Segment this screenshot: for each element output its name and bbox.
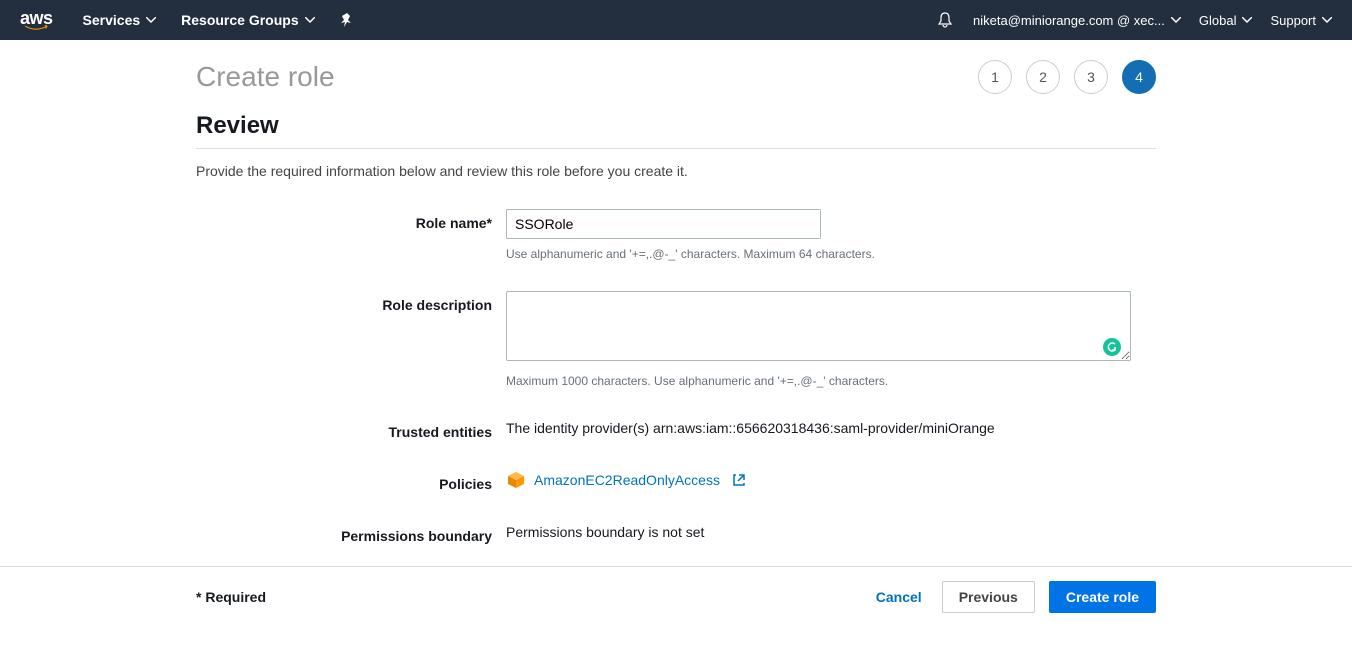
policy-cube-icon xyxy=(506,470,526,490)
section-title-review: Review xyxy=(196,112,1156,140)
cancel-button[interactable]: Cancel xyxy=(876,589,922,605)
trusted-entities-label: Trusted entities xyxy=(196,418,506,440)
role-name-hint: Use alphanumeric and '+=,.@-_' character… xyxy=(506,247,1156,261)
previous-button[interactable]: Previous xyxy=(942,581,1035,613)
policy-link[interactable]: AmazonEC2ReadOnlyAccess xyxy=(534,472,720,488)
role-description-label: Role description xyxy=(196,291,506,313)
chevron-down-icon xyxy=(1242,17,1252,23)
region-label: Global xyxy=(1199,13,1237,28)
divider xyxy=(196,148,1156,149)
external-link-icon[interactable] xyxy=(732,473,746,487)
account-menu[interactable]: niketa@miniorange.com @ xec... xyxy=(973,13,1181,28)
trusted-entities-value: The identity provider(s) arn:aws:iam::65… xyxy=(506,418,1156,436)
top-nav: aws Services Resource Groups niketa@mini… xyxy=(0,0,1352,40)
role-description-input[interactable] xyxy=(506,291,1131,361)
required-note: * Required xyxy=(196,589,266,605)
chevron-down-icon xyxy=(146,17,156,23)
bell-icon[interactable] xyxy=(937,12,953,28)
aws-swoosh-icon xyxy=(20,25,52,31)
account-label: niketa@miniorange.com @ xec... xyxy=(973,13,1165,28)
resource-groups-label: Resource Groups xyxy=(181,12,298,28)
step-3[interactable]: 3 xyxy=(1074,60,1108,94)
pin-icon[interactable] xyxy=(340,13,354,27)
create-role-button[interactable]: Create role xyxy=(1049,581,1156,613)
footer-bar: * Required Cancel Previous Create role xyxy=(0,566,1352,627)
role-name-input[interactable] xyxy=(506,209,821,239)
role-description-hint: Maximum 1000 characters. Use alphanumeri… xyxy=(506,374,1156,388)
step-1[interactable]: 1 xyxy=(978,60,1012,94)
review-subtext: Provide the required information below a… xyxy=(196,163,1156,179)
grammarly-icon[interactable] xyxy=(1103,338,1121,356)
step-2[interactable]: 2 xyxy=(1026,60,1060,94)
aws-logo[interactable]: aws xyxy=(20,9,53,31)
support-menu[interactable]: Support xyxy=(1270,13,1332,28)
step-4[interactable]: 4 xyxy=(1122,60,1156,94)
chevron-down-icon xyxy=(1322,17,1332,23)
region-menu[interactable]: Global xyxy=(1199,13,1253,28)
resource-groups-menu[interactable]: Resource Groups xyxy=(181,12,314,28)
support-label: Support xyxy=(1270,13,1316,28)
permissions-boundary-label: Permissions boundary xyxy=(196,522,506,544)
wizard-steps: 1 2 3 4 xyxy=(978,60,1156,94)
role-name-label: Role name* xyxy=(196,209,506,231)
services-menu[interactable]: Services xyxy=(83,12,157,28)
chevron-down-icon xyxy=(305,17,315,23)
policies-label: Policies xyxy=(196,470,506,492)
permissions-boundary-value: Permissions boundary is not set xyxy=(506,522,1156,540)
services-label: Services xyxy=(83,12,141,28)
chevron-down-icon xyxy=(1171,17,1181,23)
page-title: Create role xyxy=(196,61,335,93)
